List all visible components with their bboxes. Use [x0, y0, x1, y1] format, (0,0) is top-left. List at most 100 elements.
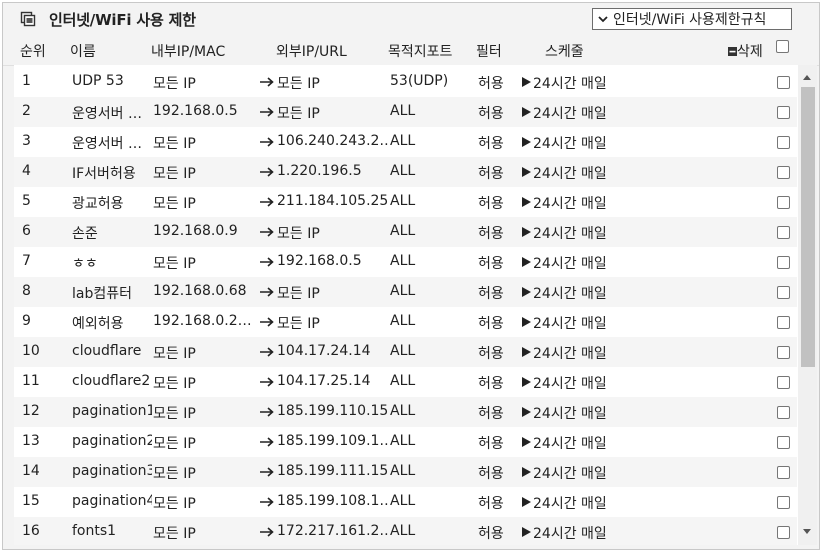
row-delete-checkbox[interactable] [777, 226, 790, 239]
scroll-up-icon[interactable] [802, 73, 812, 81]
table-row[interactable]: 14 pagination3 모든 IP 185.199.111.153 ALL… [14, 457, 797, 487]
row-name: lab컴퓨터 [72, 286, 132, 302]
title-bar: 인터넷/WiFi 사용 제한 인터넷/WiFi 사용제한규칙 [3, 3, 819, 35]
row-delete-checkbox[interactable] [777, 346, 790, 359]
header-port[interactable]: 목적지포트 [388, 41, 452, 61]
table-row[interactable]: 15 pagination4 모든 IP 185.199.108.1… ALL … [14, 487, 797, 517]
row-delete-checkbox[interactable] [777, 166, 790, 179]
play-triangle-icon [522, 527, 531, 537]
row-internal: 192.168.0.5 [153, 103, 238, 119]
row-internal: 모든 IP [153, 346, 196, 362]
header-schedule[interactable]: 스케줄 [545, 41, 584, 61]
row-name: pagination1 [72, 403, 152, 419]
table-row[interactable]: 1 UDP 53 모든 IP 모든 IP 53(UDP) 허용 24시간 매일 [14, 67, 797, 97]
row-schedule: 24시간 매일 [533, 106, 607, 122]
row-external: 104.17.25.14 [277, 373, 371, 389]
row-external: 185.199.108.1… [277, 493, 389, 509]
row-schedule: 24시간 매일 [533, 406, 607, 422]
row-schedule: 24시간 매일 [533, 496, 607, 512]
row-port: ALL [390, 223, 416, 239]
row-internal: 192.168.0.2… [153, 313, 252, 329]
row-schedule: 24시간 매일 [533, 166, 607, 182]
row-delete-checkbox[interactable] [777, 256, 790, 269]
rule-select[interactable]: 인터넷/WiFi 사용제한규칙 [592, 8, 792, 30]
row-external: 모든 IP [277, 76, 320, 92]
vertical-scrollbar[interactable] [798, 65, 817, 547]
table-row[interactable]: 12 pagination1 모든 IP 185.199.110.153 ALL… [14, 397, 797, 427]
row-port: ALL [390, 343, 416, 359]
row-filter: 허용 [478, 346, 504, 362]
play-triangle-icon [522, 257, 531, 267]
table-row[interactable]: 11 cloudflare2 모든 IP 104.17.25.14 ALL 허용… [14, 367, 797, 397]
row-internal: 모든 IP [153, 196, 196, 212]
arrow-right-icon [260, 497, 274, 507]
chevron-down-icon [593, 13, 613, 25]
row-name: cloudflare2 [72, 373, 151, 389]
select-all-checkbox[interactable] [776, 40, 789, 53]
row-delete-checkbox[interactable] [777, 436, 790, 449]
row-index: 15 [22, 493, 40, 509]
play-triangle-icon [522, 407, 531, 417]
row-delete-checkbox[interactable] [777, 496, 790, 509]
page-title: 인터넷/WiFi 사용 제한 [49, 11, 196, 29]
row-name: 손준 [72, 226, 98, 242]
row-external: 모든 IP [277, 226, 320, 242]
row-delete-checkbox[interactable] [777, 76, 790, 89]
header-filter[interactable]: 필터 [476, 41, 502, 61]
row-delete-checkbox[interactable] [777, 286, 790, 299]
table-row[interactable]: 13 pagination2 모든 IP 185.199.109.1… ALL … [14, 427, 797, 457]
header-external[interactable]: 외부IP/URL [276, 41, 347, 61]
row-delete-checkbox[interactable] [777, 136, 790, 149]
row-index: 5 [22, 193, 31, 209]
arrow-right-icon [260, 317, 274, 327]
minus-box-icon [728, 47, 737, 56]
row-schedule: 24시간 매일 [533, 226, 607, 242]
row-delete-checkbox[interactable] [777, 316, 790, 329]
table-row[interactable]: 6 손준 192.168.0.9 모든 IP ALL 허용 24시간 매일 [14, 217, 797, 247]
row-internal: 모든 IP [153, 136, 196, 152]
row-schedule: 24시간 매일 [533, 526, 607, 542]
table-row[interactable]: 4 IF서버허용 모든 IP 1.220.196.5 ALL 허용 24시간 매… [14, 157, 797, 187]
table-row[interactable]: 16 fonts1 모든 IP 172.217.161.2… ALL 허용 24… [14, 517, 797, 547]
table-row[interactable]: 10 cloudflare 모든 IP 104.17.24.14 ALL 허용 … [14, 337, 797, 367]
row-index: 14 [22, 463, 40, 479]
row-schedule: 24시간 매일 [533, 196, 607, 212]
row-delete-checkbox[interactable] [777, 526, 790, 539]
row-name: ㅎㅎ [72, 256, 98, 272]
rule-select-value: 인터넷/WiFi 사용제한규칙 [613, 12, 767, 28]
row-name: IF서버허용 [72, 166, 136, 182]
table-row[interactable]: 3 운영서버 … 모든 IP 106.240.243.2… ALL 허용 24시… [14, 127, 797, 157]
row-internal: 192.168.0.68 [153, 283, 247, 299]
row-port: ALL [390, 403, 416, 419]
scroll-down-icon[interactable] [802, 528, 812, 536]
table-row[interactable]: 5 광교허용 모든 IP 211.184.105.253 ALL 허용 24시간… [14, 187, 797, 217]
table-row[interactable]: 9 예외허용 192.168.0.2… 모든 IP ALL 허용 24시간 매일 [14, 307, 797, 337]
row-external: 모든 IP [277, 316, 320, 332]
table-row[interactable]: 8 lab컴퓨터 192.168.0.68 모든 IP ALL 허용 24시간 … [14, 277, 797, 307]
play-triangle-icon [522, 347, 531, 357]
arrow-right-icon [260, 437, 274, 447]
play-triangle-icon [522, 317, 531, 327]
row-filter: 허용 [478, 166, 504, 182]
row-delete-checkbox[interactable] [777, 196, 790, 209]
header-index[interactable]: 순위 [20, 41, 46, 61]
arrow-right-icon [260, 467, 274, 477]
row-delete-checkbox[interactable] [777, 376, 790, 389]
row-delete-checkbox[interactable] [777, 466, 790, 479]
table-row[interactable]: 7 ㅎㅎ 모든 IP 192.168.0.5 ALL 허용 24시간 매일 [14, 247, 797, 277]
header-internal[interactable]: 내부IP/MAC [151, 41, 225, 61]
row-external: 172.217.161.2… [277, 523, 389, 539]
play-triangle-icon [522, 437, 531, 447]
row-index: 7 [22, 253, 31, 269]
table-header: 순위 이름 내부IP/MAC 외부IP/URL 목적지포트 필터 스케줄 삭제 [3, 35, 819, 66]
header-name[interactable]: 이름 [70, 41, 96, 61]
row-port: ALL [390, 373, 416, 389]
row-schedule: 24시간 매일 [533, 136, 607, 152]
row-delete-checkbox[interactable] [777, 106, 790, 119]
row-schedule: 24시간 매일 [533, 376, 607, 392]
scroll-thumb[interactable] [801, 87, 815, 367]
table-row[interactable]: 2 운영서버 … 192.168.0.5 모든 IP ALL 허용 24시간 매… [14, 97, 797, 127]
row-delete-checkbox[interactable] [777, 406, 790, 419]
row-port: ALL [390, 463, 416, 479]
row-name: 광교허용 [72, 196, 124, 212]
